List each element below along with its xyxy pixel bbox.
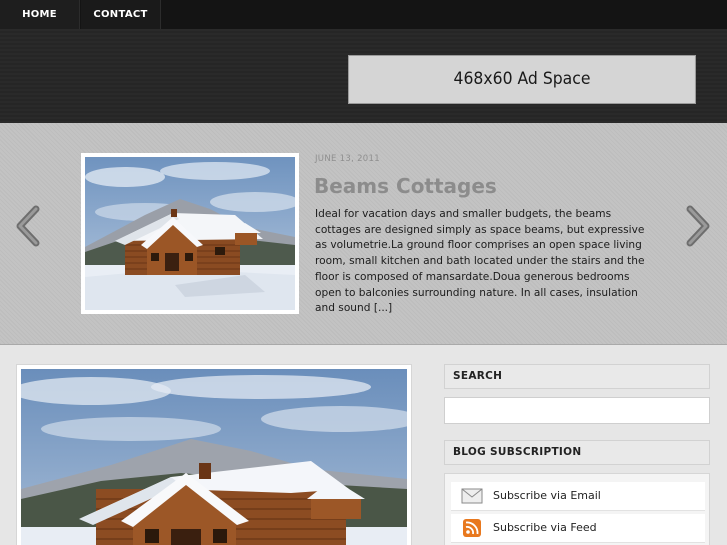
subscribe-email-label: Subscribe via Email [493,489,601,502]
top-navigation: HOME CONTACT [0,0,727,29]
chevron-left-icon[interactable] [14,205,42,247]
chevron-right-icon[interactable] [684,205,712,247]
slide-excerpt: Ideal for vacation days and smaller budg… [315,208,645,315]
post-date: JUNE 13, 2011 [315,154,380,164]
subscribe-feed-label: Subscribe via Feed [493,521,597,534]
search-widget-title: SEARCH [444,364,710,389]
cabin-photo [85,157,295,310]
post-featured-image [21,369,407,545]
nav-item-contact[interactable]: CONTACT [81,0,161,29]
rss-icon [463,519,481,537]
post-card[interactable] [16,364,412,545]
subscribe-email-link[interactable]: Subscribe via Email [451,482,705,511]
subscribe-feed-link[interactable]: Subscribe via Feed [451,514,705,543]
search-input[interactable] [444,397,710,424]
featured-slider: JUNE 13, 2011 Beams Cottages Ideal for v… [0,123,727,345]
site-header: 468x60 Ad Space [0,29,727,123]
subscription-widget-title: BLOG SUBSCRIPTION [444,440,710,465]
slide-title[interactable]: Beams Cottages [314,174,497,198]
subscription-list: Subscribe via Email Subscribe via Feed [444,473,710,545]
nav-item-home[interactable]: HOME [0,0,80,29]
slide-thumbnail[interactable] [81,153,299,314]
envelope-icon [461,488,483,504]
ad-banner[interactable]: 468x60 Ad Space [348,55,696,104]
